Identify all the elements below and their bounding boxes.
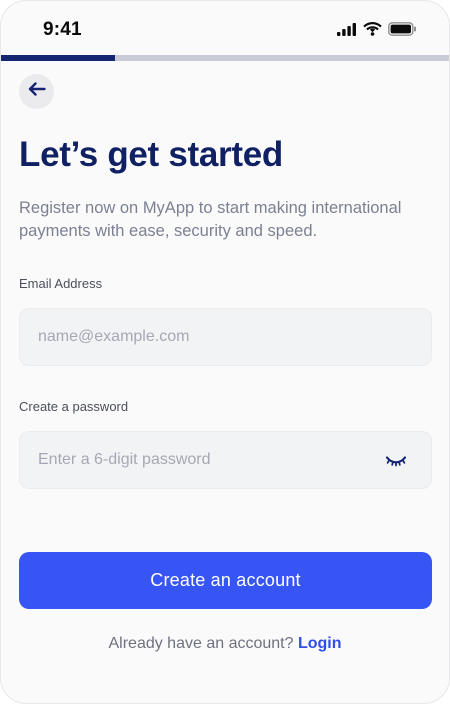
- password-label: Create a password: [19, 399, 129, 414]
- status-bar: 9:41: [1, 1, 449, 55]
- email-label: Email Address: [19, 276, 103, 291]
- page-subtitle: Register now on MyApp to start making in…: [19, 199, 402, 240]
- password-field-container: [19, 431, 432, 489]
- progress-fill: [1, 55, 116, 61]
- status-icons: [337, 22, 417, 36]
- phone-screen: 9:41 Let’s get started Register now on M…: [0, 0, 450, 704]
- password-field[interactable]: [20, 432, 431, 488]
- battery-icon: [388, 22, 417, 36]
- status-time: 9:41: [43, 19, 82, 40]
- email-field[interactable]: [20, 309, 431, 365]
- email-field-container: [19, 308, 432, 366]
- login-link[interactable]: Login: [298, 635, 342, 652]
- page-title: Let’s get started: [19, 135, 283, 174]
- wifi-icon: [363, 22, 382, 36]
- progress-bar: [1, 55, 449, 61]
- back-button[interactable]: [19, 74, 54, 109]
- login-prompt-text: Already have an account?: [108, 635, 294, 652]
- login-prompt-row: Already have an account? Login: [1, 635, 449, 653]
- arrow-left-icon: [28, 82, 46, 101]
- eye-closed-icon[interactable]: [385, 453, 407, 469]
- cellular-signal-icon: [337, 22, 357, 36]
- create-account-button[interactable]: Create an account: [19, 552, 432, 609]
